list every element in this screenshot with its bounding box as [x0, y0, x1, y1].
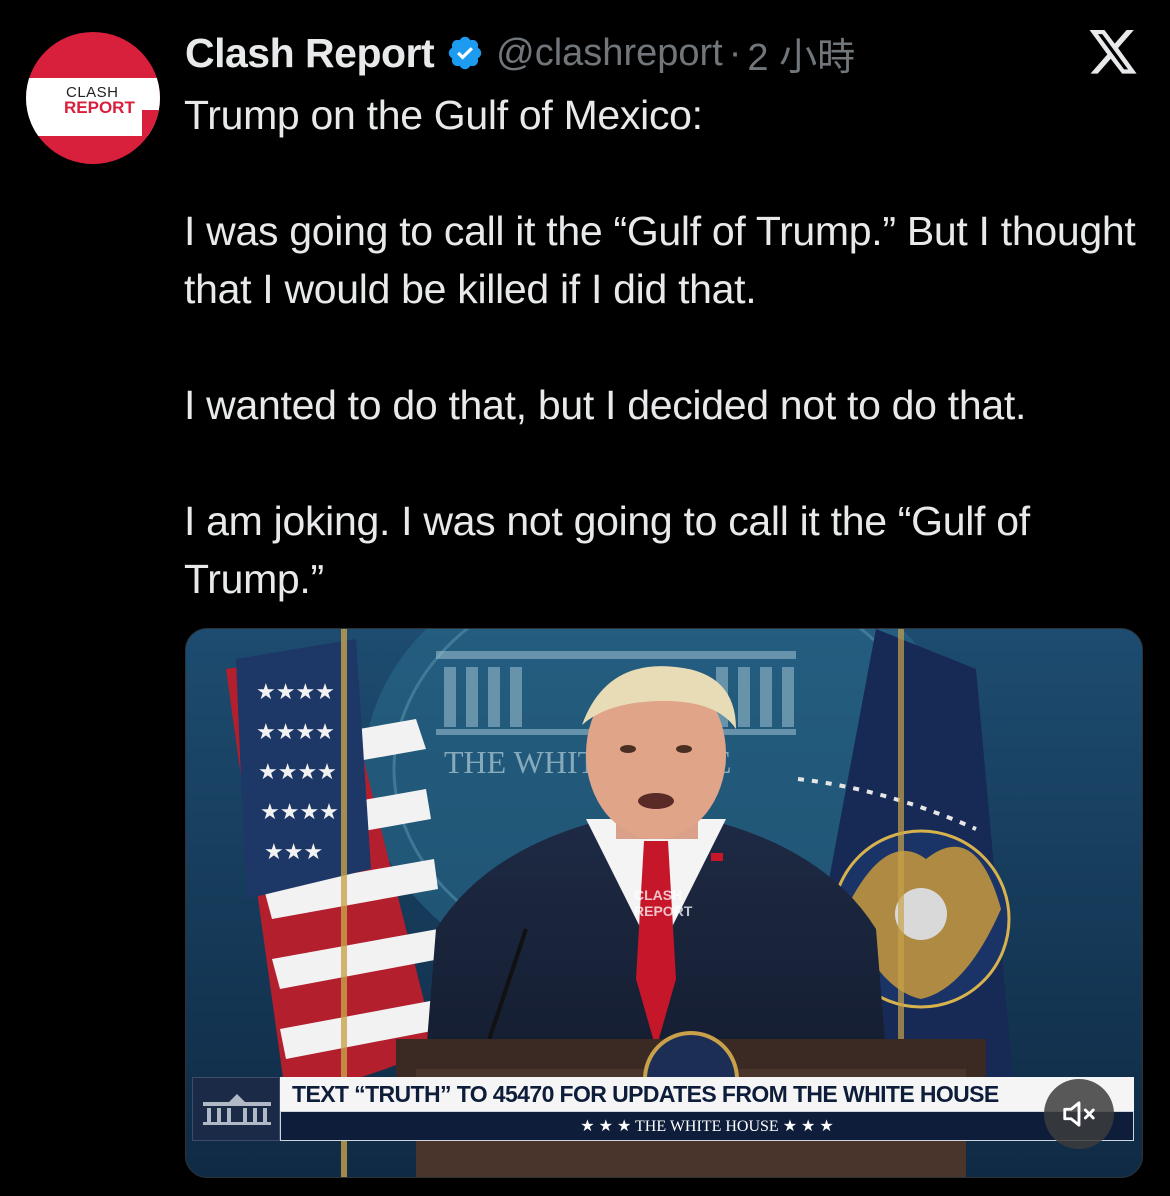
video-watermark: CLASH REPORT: [634, 887, 724, 923]
tweet-paragraph: I wanted to do that, but I decided not t…: [184, 382, 1027, 428]
tweet-paragraph: I was going to call it the “Gulf of Trum…: [184, 208, 1136, 312]
tweet-text: Trump on the Gulf of Mexico: I was going…: [184, 86, 1154, 608]
timestamp[interactable]: 2 小時: [747, 26, 855, 81]
video-player[interactable]: THE WHITE HOUSE ★★★★★★★★ ★★★★★★★★ ★★★: [185, 628, 1143, 1178]
avatar[interactable]: CLASH REPORT: [26, 32, 160, 164]
svg-text:★★★: ★★★: [264, 840, 323, 865]
banner-sub-text: ★ ★ ★ THE WHITE HOUSE ★ ★ ★: [280, 1111, 1134, 1141]
lower-third-banner: TEXT “TRUTH” TO 45470 FOR UPDATES FROM T…: [280, 1077, 1134, 1143]
separator-dot: ·: [728, 31, 742, 74]
watermark-line-clash: CLASH: [634, 887, 683, 903]
display-name[interactable]: Clash Report: [185, 30, 435, 77]
white-house-icon: [203, 1094, 271, 1125]
avatar-logo-text-report: REPORT: [64, 98, 135, 117]
tweet-paragraph: Trump on the Gulf of Mexico:: [184, 92, 703, 138]
tweet-header: Clash Report @clashreport · 2 小時: [185, 26, 855, 80]
handle[interactable]: @clashreport: [496, 32, 723, 75]
svg-text:★★★★: ★★★★: [256, 680, 335, 705]
svg-text:★★★★: ★★★★: [256, 720, 335, 745]
mute-toggle-button[interactable]: [1044, 1079, 1114, 1149]
watermark-line-report: REPORT: [634, 903, 693, 919]
svg-text:★★★★: ★★★★: [258, 760, 337, 785]
x-logo-icon: [1089, 30, 1137, 74]
speaker-muted-icon: [1063, 1101, 1095, 1127]
banner-main-text: TEXT “TRUTH” TO 45470 FOR UPDATES FROM T…: [280, 1077, 1134, 1111]
verified-badge-icon: [448, 36, 482, 70]
white-house-logo: [192, 1077, 280, 1141]
svg-text:★★★★: ★★★★: [260, 800, 339, 825]
tweet-paragraph: I am joking. I was not going to call it …: [184, 498, 1030, 602]
